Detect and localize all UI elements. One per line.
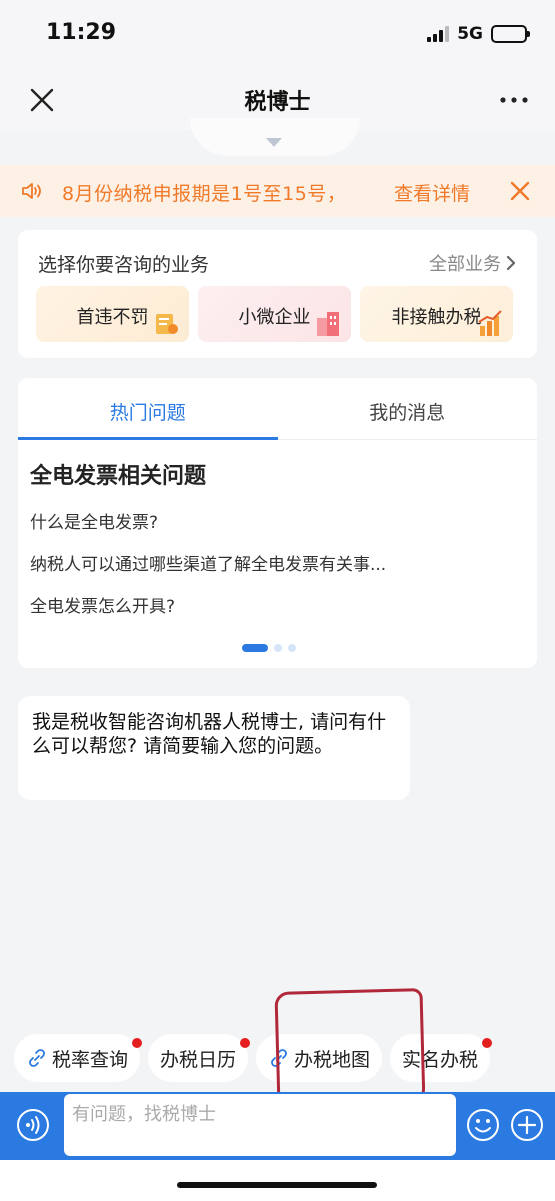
business-card: 选择你要咨询的业务 全部业务 首违不罚 小微企业 非接触办税 <box>18 230 537 358</box>
input-bar <box>0 1092 555 1160</box>
page-indicator <box>242 644 296 652</box>
bar-chart-icon <box>478 310 502 336</box>
home-indicator[interactable] <box>177 1182 377 1188</box>
business-tile-first-offense[interactable]: 首违不罚 <box>36 286 189 342</box>
business-tile-small-enterprise[interactable]: 小微企业 <box>198 286 351 342</box>
chip-tax-map[interactable]: 办税地图 <box>256 1034 383 1082</box>
speaker-icon <box>22 183 41 199</box>
voice-icon[interactable] <box>16 1108 50 1142</box>
business-title: 选择你要咨询的业务 <box>38 254 210 276</box>
tab-my-messages[interactable]: 我的消息 <box>278 378 538 439</box>
robot-avatar-edge <box>190 118 360 156</box>
network-type: 5G <box>457 24 483 44</box>
page-dot[interactable] <box>274 644 282 652</box>
document-icon <box>156 314 178 334</box>
chip-tax-rate-query[interactable]: 税率查询 <box>14 1034 143 1082</box>
chip-label: 税率查询 <box>52 1048 129 1071</box>
question-list: 什么是全电发票? 纳税人可以通过哪些渠道了解全电发票有关事... 全电发票怎么开… <box>30 508 386 634</box>
notice-text: 8月份纳税申报期是1号至15号， <box>62 183 347 205</box>
chip-tax-calendar[interactable]: 办税日历 <box>148 1034 251 1082</box>
chip-label: 办税地图 <box>294 1048 371 1071</box>
more-icon[interactable] <box>497 84 531 116</box>
close-icon[interactable] <box>509 180 531 202</box>
status-indicators: 5G <box>427 24 530 44</box>
signal-icon <box>427 26 450 42</box>
emoji-icon[interactable] <box>466 1108 500 1142</box>
notification-dot <box>482 1038 493 1048</box>
link-icon <box>29 1049 45 1067</box>
hot-topic-heading: 全电发票相关问题 <box>30 464 207 489</box>
status-time: 11:29 <box>46 20 117 45</box>
page-title: 税博士 <box>244 90 311 115</box>
building-icon <box>317 312 339 336</box>
page-dot-active[interactable] <box>242 644 268 652</box>
tab-hot-questions[interactable]: 热门问题 <box>18 378 278 440</box>
status-bar: 11:29 5G <box>0 0 555 70</box>
home-indicator-area <box>0 1160 555 1201</box>
notice-detail-link[interactable]: 查看详情 <box>394 179 470 206</box>
chevron-right-icon <box>506 255 516 271</box>
expand-arrow-icon[interactable] <box>266 138 282 147</box>
question-item[interactable]: 纳税人可以通过哪些渠道了解全电发票有关事... <box>30 550 386 592</box>
hot-questions-card: 热门问题 我的消息 全电发票相关问题 什么是全电发票? 纳税人可以通过哪些渠道了… <box>18 378 537 668</box>
notification-dot <box>240 1038 251 1048</box>
all-business-link[interactable]: 全部业务 <box>429 250 517 276</box>
notification-dot <box>132 1038 143 1048</box>
page-dot[interactable] <box>288 644 296 652</box>
link-icon <box>271 1049 287 1067</box>
chip-label: 实名办税 <box>402 1048 479 1071</box>
battery-icon <box>491 25 530 43</box>
chip-real-name-tax[interactable]: 实名办税 <box>390 1034 493 1082</box>
tab-bar: 热门问题 我的消息 <box>18 378 537 440</box>
notice-banner: 8月份纳税申报期是1号至15号， 查看详情 <box>0 165 555 217</box>
plus-icon[interactable] <box>510 1108 544 1142</box>
bot-message-bubble: 我是税收智能咨询机器人税博士, 请问有什么可以帮您? 请简要输入您的问题。 <box>18 696 410 800</box>
quick-action-bar: 税率查询 办税日历 办税地图 实名办税 <box>0 1034 555 1092</box>
question-input[interactable] <box>64 1094 456 1156</box>
all-business-label: 全部业务 <box>429 254 501 275</box>
chip-label: 办税日历 <box>160 1048 237 1071</box>
question-item[interactable]: 全电发票怎么开具? <box>30 592 386 634</box>
business-tile-contactless[interactable]: 非接触办税 <box>360 286 513 342</box>
question-item[interactable]: 什么是全电发票? <box>30 508 386 550</box>
